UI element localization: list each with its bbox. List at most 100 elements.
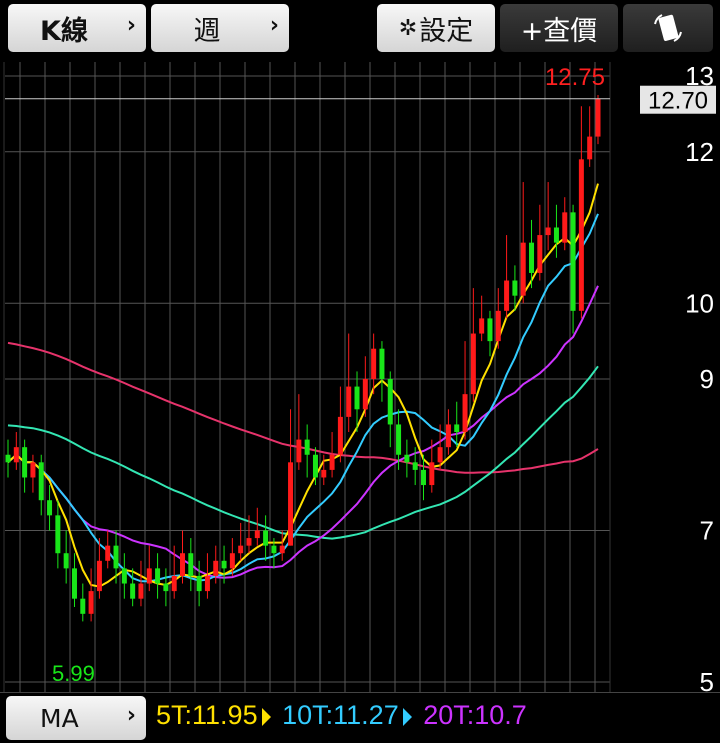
- candle-body: [587, 136, 593, 160]
- kline-type-button[interactable]: K線 ›: [8, 4, 146, 52]
- ma-button-label: MA: [40, 703, 79, 733]
- candle-body: [504, 280, 510, 311]
- candle-body: [520, 242, 526, 296]
- y-tick-label: 9: [700, 364, 714, 394]
- candle-body: [30, 462, 36, 478]
- candle-body: [329, 454, 335, 470]
- candle-body: [445, 424, 451, 448]
- candle-body: [553, 227, 559, 243]
- ma10-flag-icon: [402, 707, 412, 726]
- candle-body: [71, 568, 77, 599]
- candle-body: [163, 583, 169, 592]
- candle-body: [362, 379, 368, 410]
- y-tick-label: 5: [700, 667, 714, 692]
- candle-body: [570, 212, 576, 311]
- candle-body: [55, 515, 61, 554]
- candle-body: [462, 394, 468, 433]
- rotate-screen-icon: [654, 14, 682, 42]
- rotate-screen-button[interactable]: [623, 4, 713, 52]
- candle-body: [354, 386, 360, 410]
- candle-body: [545, 227, 551, 236]
- ma-long2-line: [7, 341, 599, 474]
- gear-icon: ✲: [398, 15, 418, 41]
- y-tick-label: 13: [685, 62, 714, 91]
- candle-body: [304, 439, 310, 455]
- y-tick-label: 12: [685, 137, 714, 167]
- ma20-value: 20T:10.7: [423, 700, 527, 730]
- candle-body: [63, 553, 69, 569]
- low-price-label: 5.99: [52, 661, 95, 686]
- candle-body: [254, 530, 260, 539]
- candle-body: [321, 469, 327, 478]
- candle-body: [512, 280, 518, 296]
- candle-body: [180, 553, 186, 576]
- ma10-value: 10T:11.27: [282, 700, 399, 730]
- candle-body: [429, 462, 435, 486]
- settings-button[interactable]: ✲ 設定: [377, 4, 495, 52]
- candle-body: [196, 575, 202, 592]
- candle-body: [562, 212, 568, 243]
- candle-body: [113, 545, 119, 569]
- candle-body: [80, 598, 86, 614]
- candle-body: [22, 447, 28, 478]
- candle-body: [404, 454, 410, 463]
- candle-body: [204, 575, 210, 592]
- ma-bar: MA › 5T:11.95 10T:11.27 20T:10.7: [0, 692, 720, 743]
- chart-area[interactable]: 12.70 13 12 10 9 7 5 12.75 5.99: [0, 61, 720, 697]
- candle-body: [578, 159, 584, 311]
- ma10-line: [7, 213, 599, 583]
- candle-body: [288, 462, 294, 546]
- candle-body: [312, 454, 318, 478]
- candle-body: [387, 379, 393, 425]
- candle-body: [379, 348, 385, 379]
- add-price-label: +查價: [520, 15, 598, 47]
- candle-body: [96, 560, 102, 592]
- candle-body: [337, 416, 343, 455]
- candle-body: [470, 333, 476, 395]
- candle-body: [238, 545, 244, 554]
- candle-body: [271, 545, 277, 554]
- candle-body: [155, 568, 161, 584]
- candle-body: [487, 318, 493, 342]
- candle-body: [13, 447, 19, 463]
- candle-body: [412, 462, 418, 470]
- ma20-line: [7, 285, 599, 579]
- candle-body: [47, 500, 53, 516]
- candle-body: [595, 98, 601, 137]
- candle-body: [263, 530, 269, 546]
- ma5-flag-icon: [261, 707, 271, 726]
- candle-body: [537, 235, 543, 273]
- current-price-label: 12.70: [648, 88, 708, 115]
- candle-body: [88, 591, 94, 614]
- kline-chart: 12.7013 12 10 9 7 5 12.75 5.99: [3, 61, 716, 697]
- candle-body: [454, 424, 460, 433]
- ma-button[interactable]: MA ›: [6, 696, 146, 740]
- candle-body: [105, 545, 111, 561]
- add-price-button[interactable]: +查價: [500, 4, 618, 52]
- chevron-right-icon: ›: [269, 13, 279, 38]
- toolbar: K線 › 週 › ✲ 設定 +查價: [0, 0, 720, 60]
- candle-body: [146, 568, 152, 584]
- candle-body: [479, 318, 485, 334]
- chevron-right-icon: ›: [126, 703, 136, 728]
- kline-type-label: K線: [40, 15, 88, 47]
- y-tick-label: 10: [685, 288, 714, 318]
- candle-body: [279, 545, 285, 554]
- candle-body: [246, 538, 252, 546]
- candle-body: [121, 568, 127, 584]
- high-price-label: 12.75: [545, 64, 605, 91]
- candle-body: [213, 560, 219, 576]
- ma5-line: [7, 183, 599, 588]
- candle-body: [171, 575, 177, 592]
- ma5-value: 5T:11.95: [156, 700, 258, 730]
- candle-body: [396, 424, 402, 455]
- ma-values: 5T:11.95 10T:11.27 20T:10.7: [156, 700, 531, 731]
- candle-body: [138, 583, 144, 599]
- candle-body: [296, 439, 302, 463]
- candle-body: [188, 553, 194, 576]
- candle-body: [420, 469, 426, 486]
- candle-body: [437, 447, 443, 463]
- ma-long1-line: [7, 365, 599, 540]
- settings-label: 設定: [419, 15, 474, 47]
- period-button[interactable]: 週 ›: [151, 4, 289, 52]
